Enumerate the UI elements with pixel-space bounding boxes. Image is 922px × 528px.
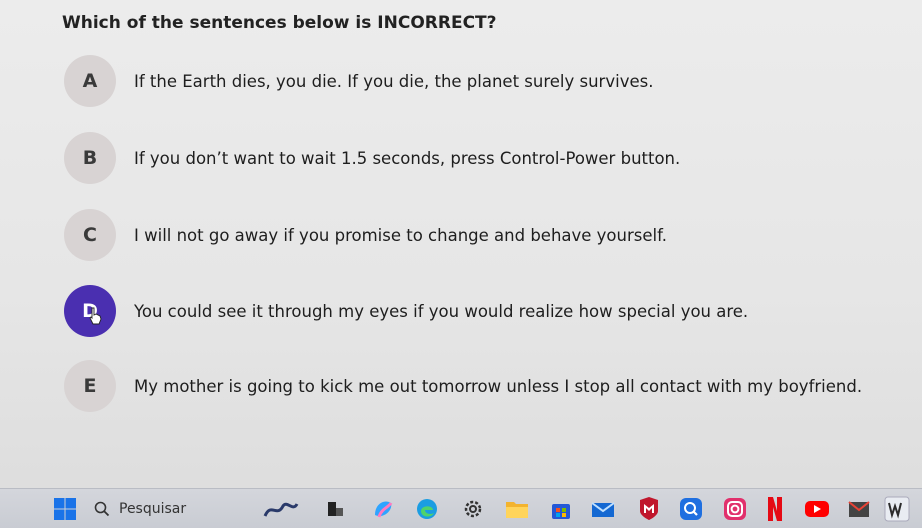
edge-icon[interactable]: [414, 496, 440, 522]
option-e[interactable]: E My mother is going to kick me out tomo…: [64, 360, 884, 412]
widgets-icon[interactable]: [262, 496, 300, 522]
option-d-text: You could see it through my eyes if you …: [134, 301, 749, 321]
youtube-icon[interactable]: [804, 496, 830, 522]
word-icon[interactable]: [884, 496, 910, 522]
settings-icon[interactable]: [460, 496, 486, 522]
hand-cursor-icon: [89, 307, 102, 325]
question-title: Which of the sentences below is INCORREC…: [62, 13, 497, 33]
option-e-text: My mother is going to kick me out tomorr…: [134, 376, 863, 396]
search-icon: [94, 501, 110, 517]
option-c[interactable]: C I will not go away if you promise to c…: [64, 209, 884, 261]
search-label: Pesquisar: [119, 501, 187, 517]
option-b[interactable]: B If you don’t want to wait 1.5 seconds,…: [64, 132, 884, 184]
option-d[interactable]: D You could see it through my eyes if yo…: [64, 285, 884, 337]
copilot-icon[interactable]: [370, 496, 396, 522]
option-c-letter[interactable]: C: [64, 209, 116, 261]
magnifier-icon[interactable]: [678, 496, 704, 522]
option-e-letter[interactable]: E: [64, 360, 116, 412]
windows-start-icon[interactable]: [52, 496, 78, 522]
option-b-letter[interactable]: B: [64, 132, 116, 184]
file-explorer-icon[interactable]: [504, 496, 530, 522]
mail-icon[interactable]: [590, 496, 616, 522]
mcafee-icon[interactable]: [636, 496, 662, 522]
taskbar: Pesquisar: [0, 488, 922, 528]
task-view-icon[interactable]: [322, 496, 348, 522]
gmail-icon[interactable]: [846, 496, 872, 522]
option-a-text: If the Earth dies, you die. If you die, …: [134, 71, 654, 91]
option-d-letter[interactable]: D: [64, 285, 116, 337]
option-b-text: If you don’t want to wait 1.5 seconds, p…: [134, 148, 681, 168]
option-a-letter[interactable]: A: [64, 55, 116, 107]
taskbar-search[interactable]: Pesquisar: [94, 495, 234, 523]
netflix-icon[interactable]: [762, 496, 788, 522]
option-c-text: I will not go away if you promise to cha…: [134, 225, 667, 245]
store-icon[interactable]: [548, 496, 574, 522]
instagram-icon[interactable]: [722, 496, 748, 522]
option-a[interactable]: A If the Earth dies, you die. If you die…: [64, 55, 884, 107]
